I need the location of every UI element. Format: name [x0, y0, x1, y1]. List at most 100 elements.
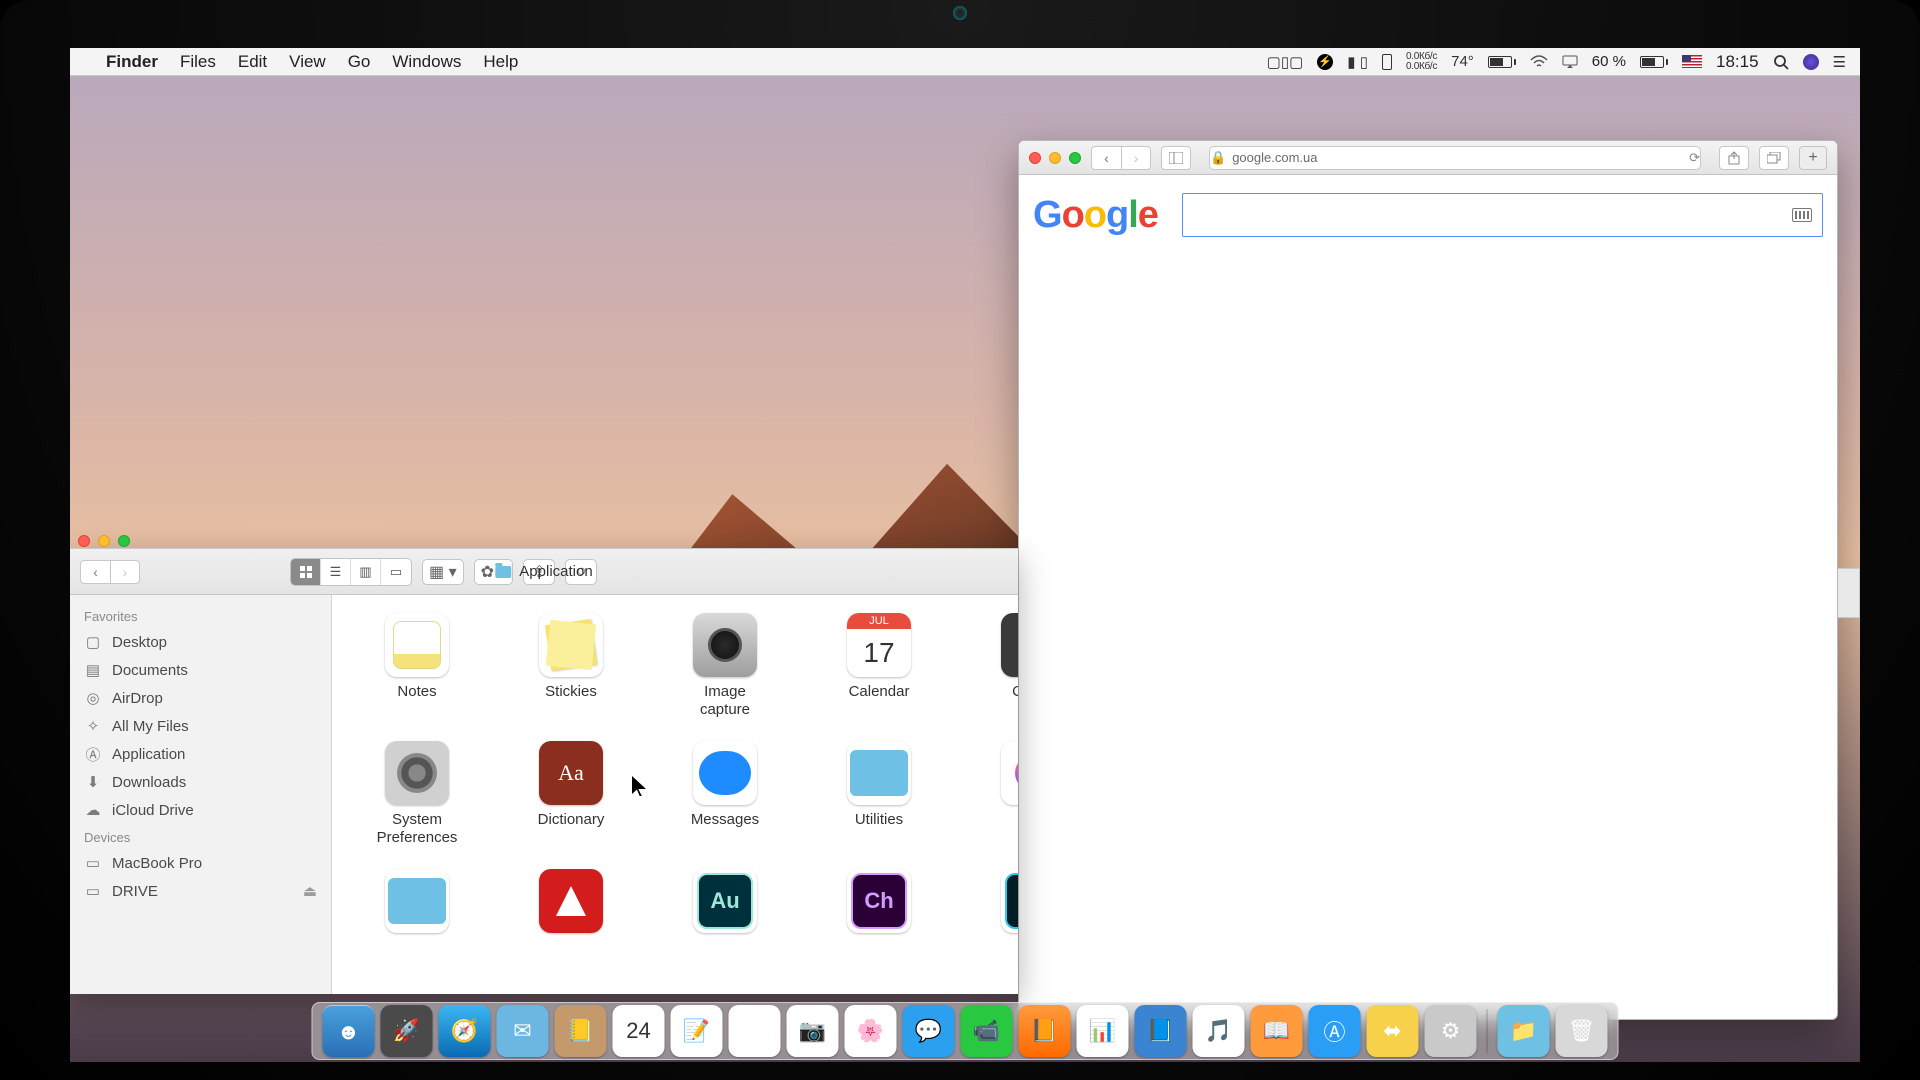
menu-edit[interactable]: Edit	[238, 52, 267, 72]
safari-sidebar-toggle[interactable]	[1161, 146, 1191, 170]
airplay-icon[interactable]	[1562, 55, 1578, 69]
energy-icon[interactable]: ⚡	[1317, 54, 1333, 70]
dock-downloads[interactable]: 📁	[1498, 1005, 1550, 1057]
dock-notes[interactable]: 📝	[671, 1005, 723, 1057]
phone-icon[interactable]	[1382, 54, 1392, 70]
app-notes[interactable]: Notes	[352, 613, 482, 719]
icloud-icon: ☁	[84, 801, 102, 819]
sidebar-icloud[interactable]: ☁iCloud Drive	[70, 796, 331, 824]
sidebar-allmyfiles[interactable]: ✧All My Files	[70, 712, 331, 740]
dock-finder[interactable]: ☻	[323, 1005, 375, 1057]
dock-keynote[interactable]: 📘	[1135, 1005, 1187, 1057]
spotlight-icon[interactable]	[1773, 54, 1789, 70]
dock-launchpad[interactable]: 🚀	[381, 1005, 433, 1057]
sidebar-application[interactable]: ⒶApplication	[70, 740, 331, 768]
sidebar-macbookpro[interactable]: ▭MacBook Pro	[70, 849, 331, 877]
arrange-menu[interactable]: ▦ ▾	[422, 559, 464, 585]
safari-titlebar[interactable]: ‹ › 🔒 google.com.ua ⟳ +	[1019, 141, 1837, 175]
sidebar-airdrop[interactable]: ◎AirDrop	[70, 684, 331, 712]
safari-close[interactable]	[1029, 152, 1041, 164]
app-imagecapture[interactable]: Image capture	[660, 613, 790, 719]
safari-share[interactable]	[1719, 146, 1749, 170]
finder-close[interactable]	[78, 535, 90, 547]
finder-back[interactable]: ‹	[80, 560, 110, 584]
app-character[interactable]: Ch	[814, 869, 944, 933]
finder-forward[interactable]: ›	[110, 560, 140, 584]
dock-split[interactable]: ⬌	[1367, 1005, 1419, 1057]
column-view[interactable]: ▥	[351, 559, 381, 585]
app-photos[interactable]: Phot	[968, 741, 1018, 847]
dock-contacts[interactable]: 📒	[555, 1005, 607, 1057]
devices-icon[interactable]: ▮ ▯	[1347, 53, 1368, 71]
dock-ibooks-author[interactable]: 📙	[1019, 1005, 1071, 1057]
safari-tabs[interactable]	[1759, 146, 1789, 170]
reload-icon[interactable]: ⟳	[1689, 150, 1700, 166]
eject-icon[interactable]: ⏏	[303, 882, 317, 900]
app-stickies[interactable]: Stickies	[506, 613, 636, 719]
menu-files[interactable]: Files	[180, 52, 216, 72]
list-view[interactable]: ☰	[321, 559, 351, 585]
notification-center-icon[interactable]: ☰	[1833, 53, 1846, 71]
dock-facetime[interactable]: 📹	[961, 1005, 1013, 1057]
finder-minimize[interactable]	[98, 535, 110, 547]
dock-mail[interactable]: ✉	[497, 1005, 549, 1057]
dock-itunes[interactable]: 🎵	[1193, 1005, 1245, 1057]
split-view-icon[interactable]: ▢▯▢	[1267, 53, 1304, 71]
dock-photos[interactable]: 🌸	[845, 1005, 897, 1057]
temperature[interactable]: 74°	[1451, 53, 1474, 70]
battery-percent[interactable]: 60 %	[1592, 53, 1626, 70]
dock-photobooth[interactable]: 📷	[787, 1005, 839, 1057]
dock-numbers[interactable]: 📊	[1077, 1005, 1129, 1057]
network-speed[interactable]: 0.0Кб/с0.0Кб/с	[1406, 52, 1437, 72]
app-messages[interactable]: Messages	[660, 741, 790, 847]
dock-ibooks[interactable]: 📖	[1251, 1005, 1303, 1057]
safari-zoom[interactable]	[1069, 152, 1081, 164]
clock[interactable]: 18:15	[1716, 52, 1759, 72]
app-utilities[interactable]: Utilities	[814, 741, 944, 847]
siri-icon[interactable]	[1803, 54, 1819, 70]
sidebar-documents[interactable]: ▤Documents	[70, 656, 331, 684]
keyboard-icon[interactable]	[1792, 208, 1812, 222]
dock-trash[interactable]: 🗑	[1556, 1005, 1608, 1057]
app-systemprefs[interactable]: System Preferences	[352, 741, 482, 847]
input-source-us[interactable]	[1682, 55, 1702, 68]
app-dictionary[interactable]: Dictionary	[506, 741, 636, 847]
dock-messages[interactable]: 💬	[903, 1005, 955, 1057]
finder-view-switch[interactable]: ☰ ▥ ▭	[290, 558, 412, 586]
safari-forward[interactable]: ›	[1121, 146, 1151, 170]
app-audition[interactable]: Au	[660, 869, 790, 933]
app-calendar[interactable]: JUL 17 Calendar	[814, 613, 944, 719]
audition-icon: Au	[693, 869, 757, 933]
dock-calendar[interactable]: 24	[613, 1005, 665, 1057]
finder-zoom[interactable]	[118, 535, 130, 547]
app-adobe[interactable]	[506, 869, 636, 933]
app-calculator[interactable]: Calcul	[968, 613, 1018, 719]
app-name[interactable]: Finder	[106, 52, 158, 72]
adobe-icon	[539, 869, 603, 933]
app-photoshop[interactable]: Ps	[968, 869, 1018, 933]
safari-new-tab[interactable]: +	[1799, 146, 1827, 170]
dock-appstore[interactable]: Ⓐ	[1309, 1005, 1361, 1057]
sidebar-desktop[interactable]: ▢Desktop	[70, 628, 331, 656]
gallery-view[interactable]: ▭	[381, 559, 411, 585]
menu-view[interactable]: View	[289, 52, 326, 72]
battery-icon-small[interactable]	[1488, 56, 1516, 68]
google-search-input[interactable]	[1193, 205, 1792, 226]
google-search-box[interactable]	[1182, 193, 1823, 237]
dock-systemprefs[interactable]: ⚙	[1425, 1005, 1477, 1057]
safari-back[interactable]: ‹	[1091, 146, 1121, 170]
dock-safari[interactable]: 🧭	[439, 1005, 491, 1057]
wifi-icon[interactable]	[1530, 55, 1548, 69]
menu-windows[interactable]: Windows	[392, 52, 461, 72]
app-folder[interactable]	[352, 869, 482, 933]
sidebar-drive[interactable]: ▭DRIVE⏏	[70, 877, 331, 905]
icon-view[interactable]	[291, 559, 321, 585]
safari-minimize[interactable]	[1049, 152, 1061, 164]
camera-dot	[953, 6, 967, 20]
battery-icon[interactable]	[1640, 56, 1668, 68]
menu-go[interactable]: Go	[348, 52, 371, 72]
menu-help[interactable]: Help	[483, 52, 518, 72]
sidebar-downloads[interactable]: ⬇Downloads	[70, 768, 331, 796]
dock-reminders[interactable]: ☑	[729, 1005, 781, 1057]
safari-address-bar[interactable]: 🔒 google.com.ua ⟳	[1209, 146, 1701, 170]
